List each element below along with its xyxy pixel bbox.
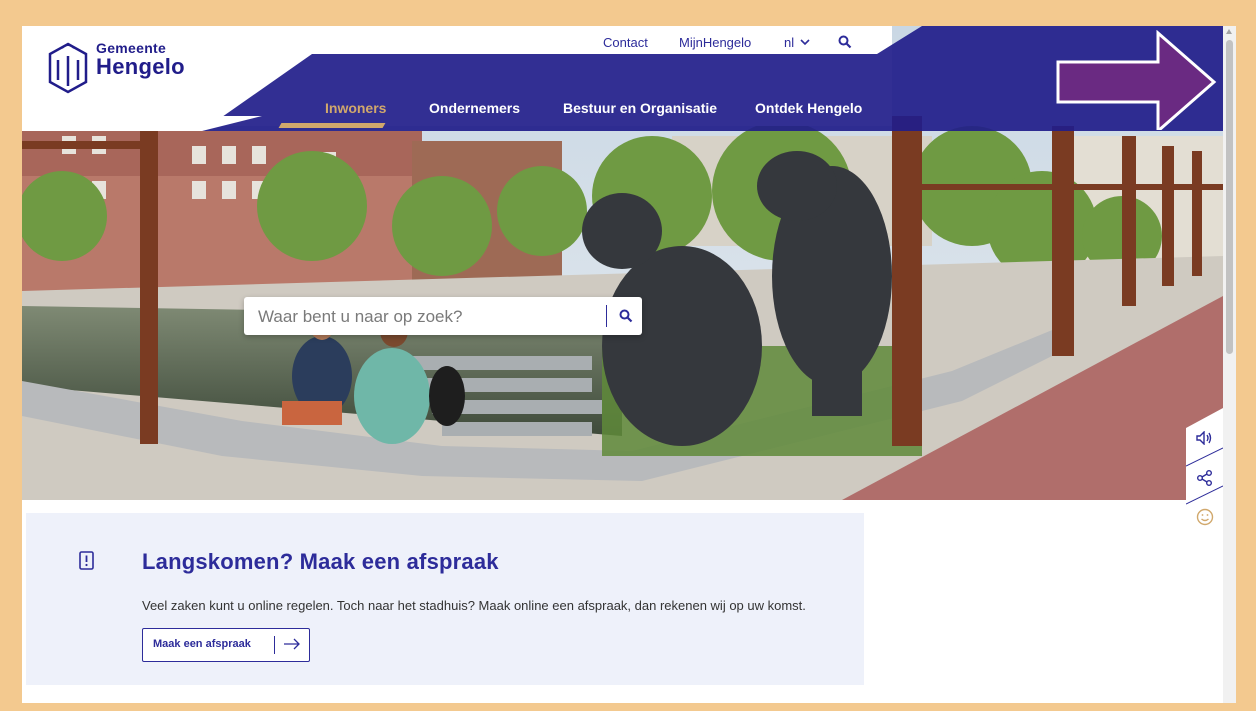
nav-inwoners[interactable]: Inwoners — [325, 100, 386, 116]
chevron-down-icon — [800, 39, 810, 46]
nav-ontdek-hengelo[interactable]: Ontdek Hengelo — [755, 100, 862, 116]
language-label[interactable]: nl — [784, 35, 794, 50]
hero-search — [244, 297, 642, 337]
smiley-icon — [1196, 508, 1213, 526]
annotation-arrow-icon — [1056, 30, 1217, 130]
hero-image — [22, 26, 1223, 500]
share-button[interactable] — [1186, 460, 1223, 496]
card-title: Langskomen? Maak een afspraak — [142, 549, 499, 574]
speaker-icon — [1195, 431, 1211, 445]
scroll-up-arrow-icon[interactable] — [1226, 29, 1232, 34]
search-input[interactable] — [256, 297, 600, 337]
browser-viewport: Gemeente Hengelo Contact MijnHengelo nl … — [22, 26, 1223, 703]
feedback-button[interactable] — [1186, 499, 1223, 535]
make-appointment-button[interactable]: Maak een afspraak — [142, 628, 310, 662]
nav-ondernemers[interactable]: Ondernemers — [429, 100, 520, 116]
hengelo-crest-icon — [48, 42, 88, 94]
share-icon — [1196, 470, 1212, 486]
topnav-mijnhengelo[interactable]: MijnHengelo — [679, 32, 751, 52]
search-divider — [606, 305, 607, 327]
side-toolbar — [1186, 408, 1223, 548]
readspeaker-button[interactable] — [1186, 420, 1223, 456]
search-submit-button[interactable] — [610, 297, 642, 335]
scrollbar-thumb[interactable] — [1226, 40, 1233, 354]
active-nav-indicator — [278, 123, 386, 128]
arrow-right-icon — [284, 638, 300, 650]
contact-link[interactable]: Contact — [603, 35, 648, 50]
vertical-scrollbar[interactable] — [1223, 26, 1236, 703]
logo-text-hengelo: Hengelo — [96, 54, 185, 79]
search-icon — [838, 35, 852, 49]
make-appointment-label: Maak een afspraak — [153, 638, 251, 650]
search-icon — [619, 309, 633, 323]
header-search-button[interactable] — [838, 32, 852, 52]
mijnhengelo-link[interactable]: MijnHengelo — [679, 35, 751, 50]
appointment-card: Langskomen? Maak een afspraak Veel zaken… — [26, 513, 864, 685]
language-selector[interactable]: nl — [784, 32, 810, 52]
topnav-contact[interactable]: Contact — [603, 32, 648, 52]
nav-bestuur-en-organisatie[interactable]: Bestuur en Organisatie — [563, 100, 717, 116]
alert-document-icon — [78, 551, 98, 571]
card-description: Veel zaken kunt u online regelen. Toch n… — [142, 598, 806, 613]
button-divider — [274, 636, 275, 654]
